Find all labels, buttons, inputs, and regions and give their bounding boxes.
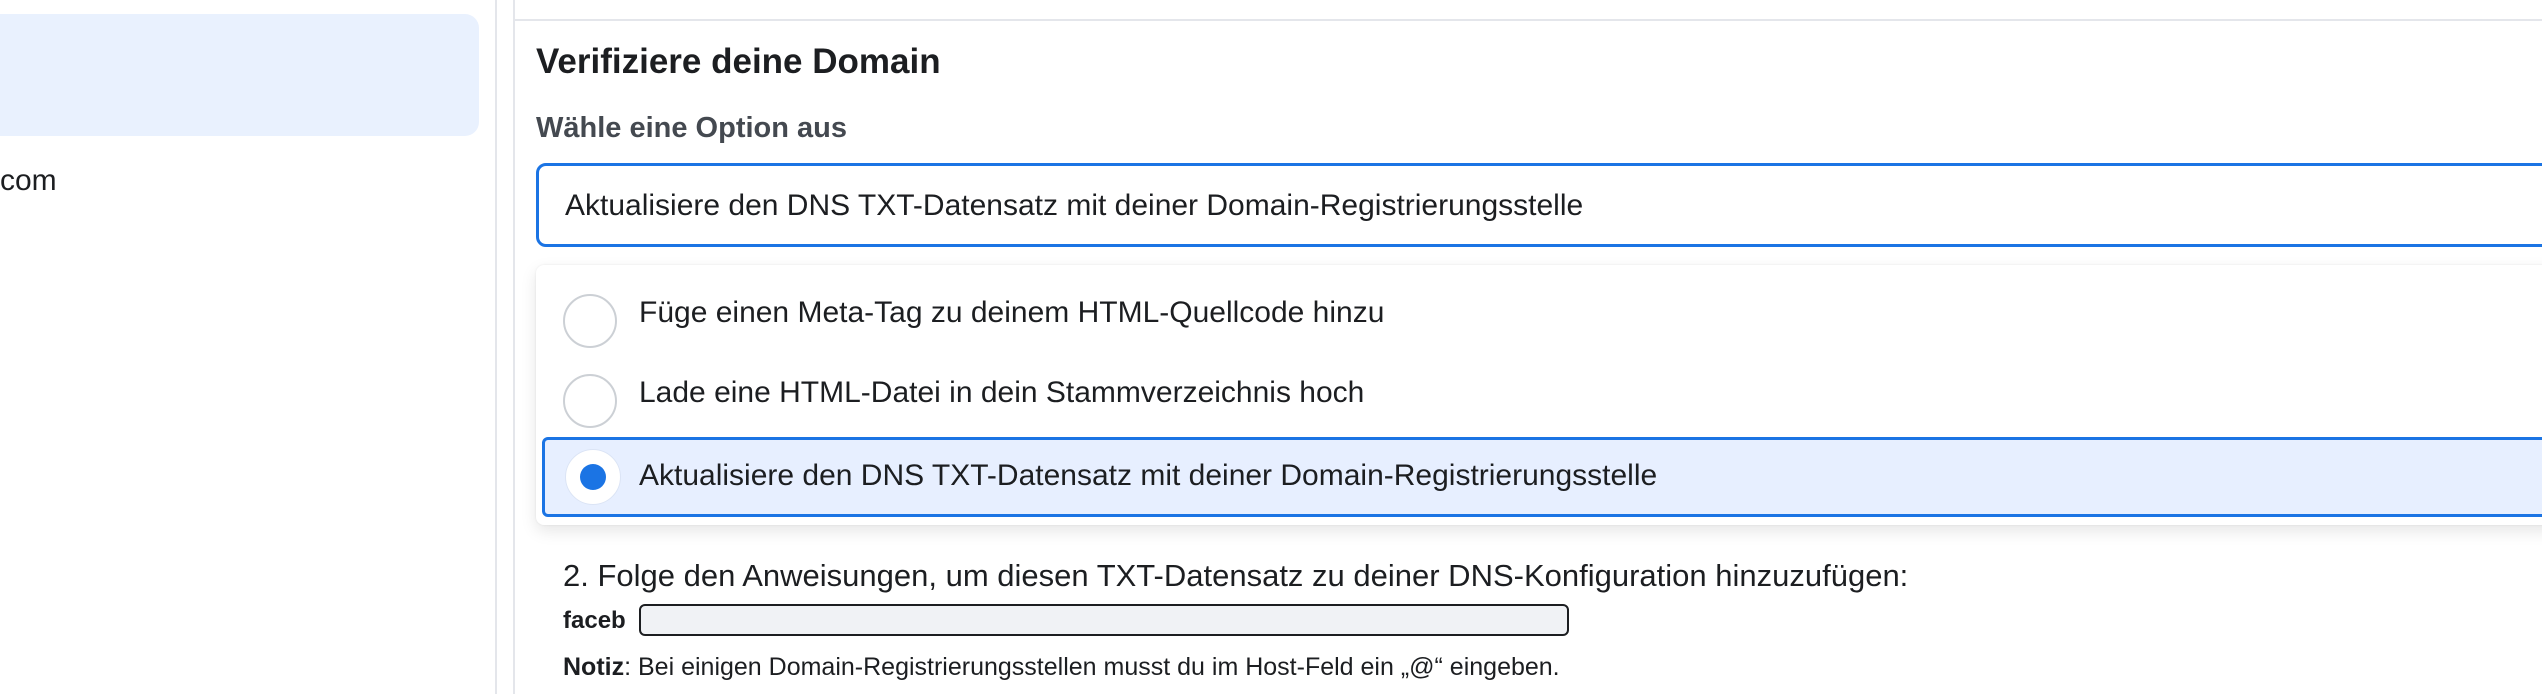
verification-method-dropdown: Füge einen Meta-Tag zu deinem HTML-Quell… xyxy=(536,265,2542,525)
radio-unchecked-icon[interactable] xyxy=(563,294,617,348)
section-title: Verifiziere deine Domain xyxy=(536,42,941,81)
sidebar-item-selected[interactable] xyxy=(0,14,479,136)
option-label: Aktualisiere den DNS TXT-Datensatz mit d… xyxy=(639,459,1658,492)
radio-checked-icon[interactable] xyxy=(566,450,620,504)
sidebar: com xyxy=(0,0,497,694)
txt-record-field[interactable] xyxy=(639,604,1569,636)
option-label: Füge einen Meta-Tag zu deinem HTML-Quell… xyxy=(639,296,1385,329)
txt-record-prefix: faceb xyxy=(563,607,626,634)
option-html-file[interactable]: Lade eine HTML-Datei in dein Stammverzei… xyxy=(536,355,2542,433)
instructions-text: 2. Folge den Anweisungen, um diesen TXT-… xyxy=(563,558,1909,593)
top-divider xyxy=(515,19,2542,21)
radio-unchecked-icon[interactable] xyxy=(563,374,617,428)
note-body: : Bei einigen Domain-Registrierungsstell… xyxy=(624,653,1560,681)
option-select-label: Wähle eine Option aus xyxy=(536,112,847,144)
verification-method-select[interactable]: Aktualisiere den DNS TXT-Datensatz mit d… xyxy=(536,163,2542,247)
option-dns-txt[interactable]: Aktualisiere den DNS TXT-Datensatz mit d… xyxy=(542,437,2542,517)
note-text: Notiz: Bei einigen Domain-Registrierungs… xyxy=(563,653,1560,682)
option-label: Lade eine HTML-Datei in dein Stammverzei… xyxy=(639,376,1365,409)
sidebar-item-domain[interactable]: com xyxy=(0,164,57,198)
select-value: Aktualisiere den DNS TXT-Datensatz mit d… xyxy=(565,189,1584,222)
main-panel: Verifiziere deine Domain Wähle eine Opti… xyxy=(515,0,2542,694)
note-label: Notiz xyxy=(563,653,625,681)
option-meta-tag[interactable]: Füge einen Meta-Tag zu deinem HTML-Quell… xyxy=(536,275,2542,353)
